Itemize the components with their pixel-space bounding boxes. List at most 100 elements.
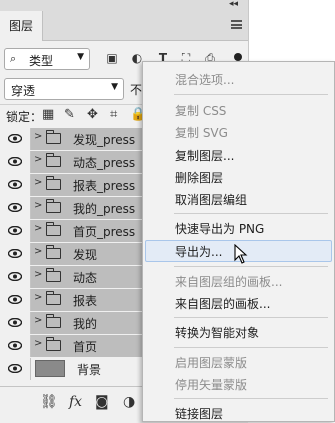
visibility-toggle[interactable] <box>0 197 31 219</box>
visibility-toggle[interactable] <box>0 266 31 288</box>
fx-icon[interactable]: fx <box>69 394 82 410</box>
expand-arrow-icon[interactable]: > <box>34 246 42 257</box>
collapse-panel-icon[interactable]: ◂◂ <box>229 0 238 9</box>
expand-arrow-icon[interactable]: > <box>34 269 42 280</box>
lock-position-icon[interactable]: ✥ <box>87 107 98 122</box>
layer-name: 报表_press <box>73 179 136 193</box>
expand-arrow-icon[interactable]: > <box>34 315 42 326</box>
eye-icon <box>8 318 22 327</box>
folder-icon <box>46 314 61 328</box>
menu-item-delete-layer[interactable]: 删除图层 <box>175 169 223 186</box>
menu-item-quick-export-png[interactable]: 快速导出为 PNG <box>175 220 264 237</box>
visibility-toggle[interactable] <box>0 128 31 150</box>
menu-item-copy-svg[interactable]: 复制 SVG <box>175 124 228 141</box>
pixel-filter-icon[interactable]: ▣ <box>105 51 119 65</box>
menu-item-artboard-from-layers[interactable]: 来自图层的画板... <box>175 295 270 312</box>
expand-arrow-icon[interactable]: > <box>34 338 42 349</box>
expand-arrow-icon[interactable]: > <box>34 223 42 234</box>
menu-item-export-as[interactable]: 导出为... <box>175 243 222 260</box>
chevron-down-icon: ▼ <box>111 82 118 92</box>
expand-arrow-icon[interactable]: > <box>34 131 42 142</box>
menu-separator <box>174 213 328 214</box>
filter-toggle-icon[interactable] <box>234 53 242 61</box>
folder-icon <box>46 176 61 190</box>
eye-icon <box>8 249 22 258</box>
lock-artboard-icon[interactable]: ⌗ <box>110 107 117 122</box>
visibility-toggle[interactable] <box>0 243 31 265</box>
eye-icon <box>8 272 22 281</box>
visibility-toggle[interactable] <box>0 358 31 380</box>
lock-label: 锁定： <box>6 110 43 124</box>
layer-thumbnail <box>35 360 65 377</box>
panel-menu-icon[interactable] <box>231 20 242 29</box>
lock-transparent-icon[interactable]: ▦ <box>42 107 54 122</box>
layer-name: 背景 <box>77 363 102 377</box>
lock-image-icon[interactable]: ✎ <box>64 107 75 122</box>
folder-icon <box>46 245 61 259</box>
folder-icon <box>46 199 61 213</box>
menu-separator <box>174 94 328 95</box>
menu-item-ungroup-layers[interactable]: 取消图层编组 <box>175 191 247 208</box>
expand-arrow-icon[interactable]: > <box>34 154 42 165</box>
menu-item-duplicate-layer[interactable]: 复制图层... <box>175 147 234 164</box>
layer-name: 发现 <box>73 248 98 262</box>
layer-name: 我的_press <box>73 202 136 216</box>
menu-item-copy-css[interactable]: 复制 CSS <box>175 102 226 119</box>
folder-icon <box>46 337 61 351</box>
visibility-toggle[interactable] <box>0 312 31 334</box>
eye-icon <box>8 180 22 189</box>
eye-icon <box>8 226 22 235</box>
panel-tab-row: 图层 <box>0 11 248 41</box>
visibility-toggle[interactable] <box>0 174 31 196</box>
eye-icon <box>8 341 22 350</box>
eye-icon <box>8 203 22 212</box>
panel-top-strip: ◂◂ <box>0 0 248 11</box>
expand-arrow-icon[interactable]: > <box>34 200 42 211</box>
menu-separator <box>174 347 328 348</box>
blend-mode-select[interactable]: 穿透 ▼ <box>4 78 124 100</box>
mouse-cursor-icon <box>234 244 248 264</box>
eye-icon <box>8 295 22 304</box>
menu-separator <box>174 317 328 318</box>
expand-arrow-icon[interactable]: > <box>34 292 42 303</box>
menu-item-artboard-from-group[interactable]: 来自图层组的画板... <box>175 273 282 290</box>
eye-icon <box>8 157 22 166</box>
folder-icon <box>46 222 61 236</box>
folder-icon <box>46 291 61 305</box>
filter-kind-label: 类型 <box>29 54 54 68</box>
opacity-label: 不 <box>130 83 143 97</box>
add-mask-icon[interactable]: ◙ <box>95 394 109 410</box>
expand-arrow-icon[interactable]: > <box>34 177 42 188</box>
layer-name: 首页 <box>73 340 98 354</box>
folder-icon <box>46 153 61 167</box>
folder-icon <box>46 130 61 144</box>
menu-separator <box>174 266 328 267</box>
layer-name: 报表 <box>73 294 98 308</box>
menu-item-convert-smart-object[interactable]: 转换为智能对象 <box>175 324 259 341</box>
visibility-toggle[interactable] <box>0 220 31 242</box>
menu-item-enable-layer-mask[interactable]: 启用图层蒙版 <box>175 354 247 371</box>
eye-icon <box>8 134 22 143</box>
search-icon: ⌕ <box>10 52 17 65</box>
layer-name: 动态_press <box>73 156 136 170</box>
context-menu: 混合选项... 复制 CSS 复制 SVG 复制图层... 删除图层 取消图层编… <box>142 61 335 422</box>
tab-layers[interactable]: 图层 <box>0 11 43 41</box>
chevron-down-icon: ▼ <box>77 52 84 62</box>
blend-mode-label: 穿透 <box>11 84 36 98</box>
menu-item-blending-options[interactable]: 混合选项... <box>175 71 234 88</box>
visibility-toggle[interactable] <box>0 151 31 173</box>
menu-separator <box>174 398 328 399</box>
visibility-toggle[interactable] <box>0 289 31 311</box>
visibility-toggle[interactable] <box>0 335 31 357</box>
link-layers-icon[interactable]: ⛓ <box>40 394 58 410</box>
menu-item-link-layers[interactable]: 链接图层 <box>175 405 223 422</box>
eye-icon <box>8 364 22 373</box>
layer-name: 发现_press <box>73 133 136 147</box>
layer-name: 首页_press <box>73 225 136 239</box>
layer-name: 我的 <box>73 317 98 331</box>
layer-name: 动态 <box>73 271 98 285</box>
folder-icon <box>46 268 61 282</box>
menu-item-disable-vector-mask[interactable]: 停用矢量蒙版 <box>175 376 247 393</box>
filter-kind-select[interactable]: ⌕ 类型 ▼ <box>4 48 90 70</box>
adjustment-layer-icon[interactable]: ◑ <box>123 394 135 410</box>
